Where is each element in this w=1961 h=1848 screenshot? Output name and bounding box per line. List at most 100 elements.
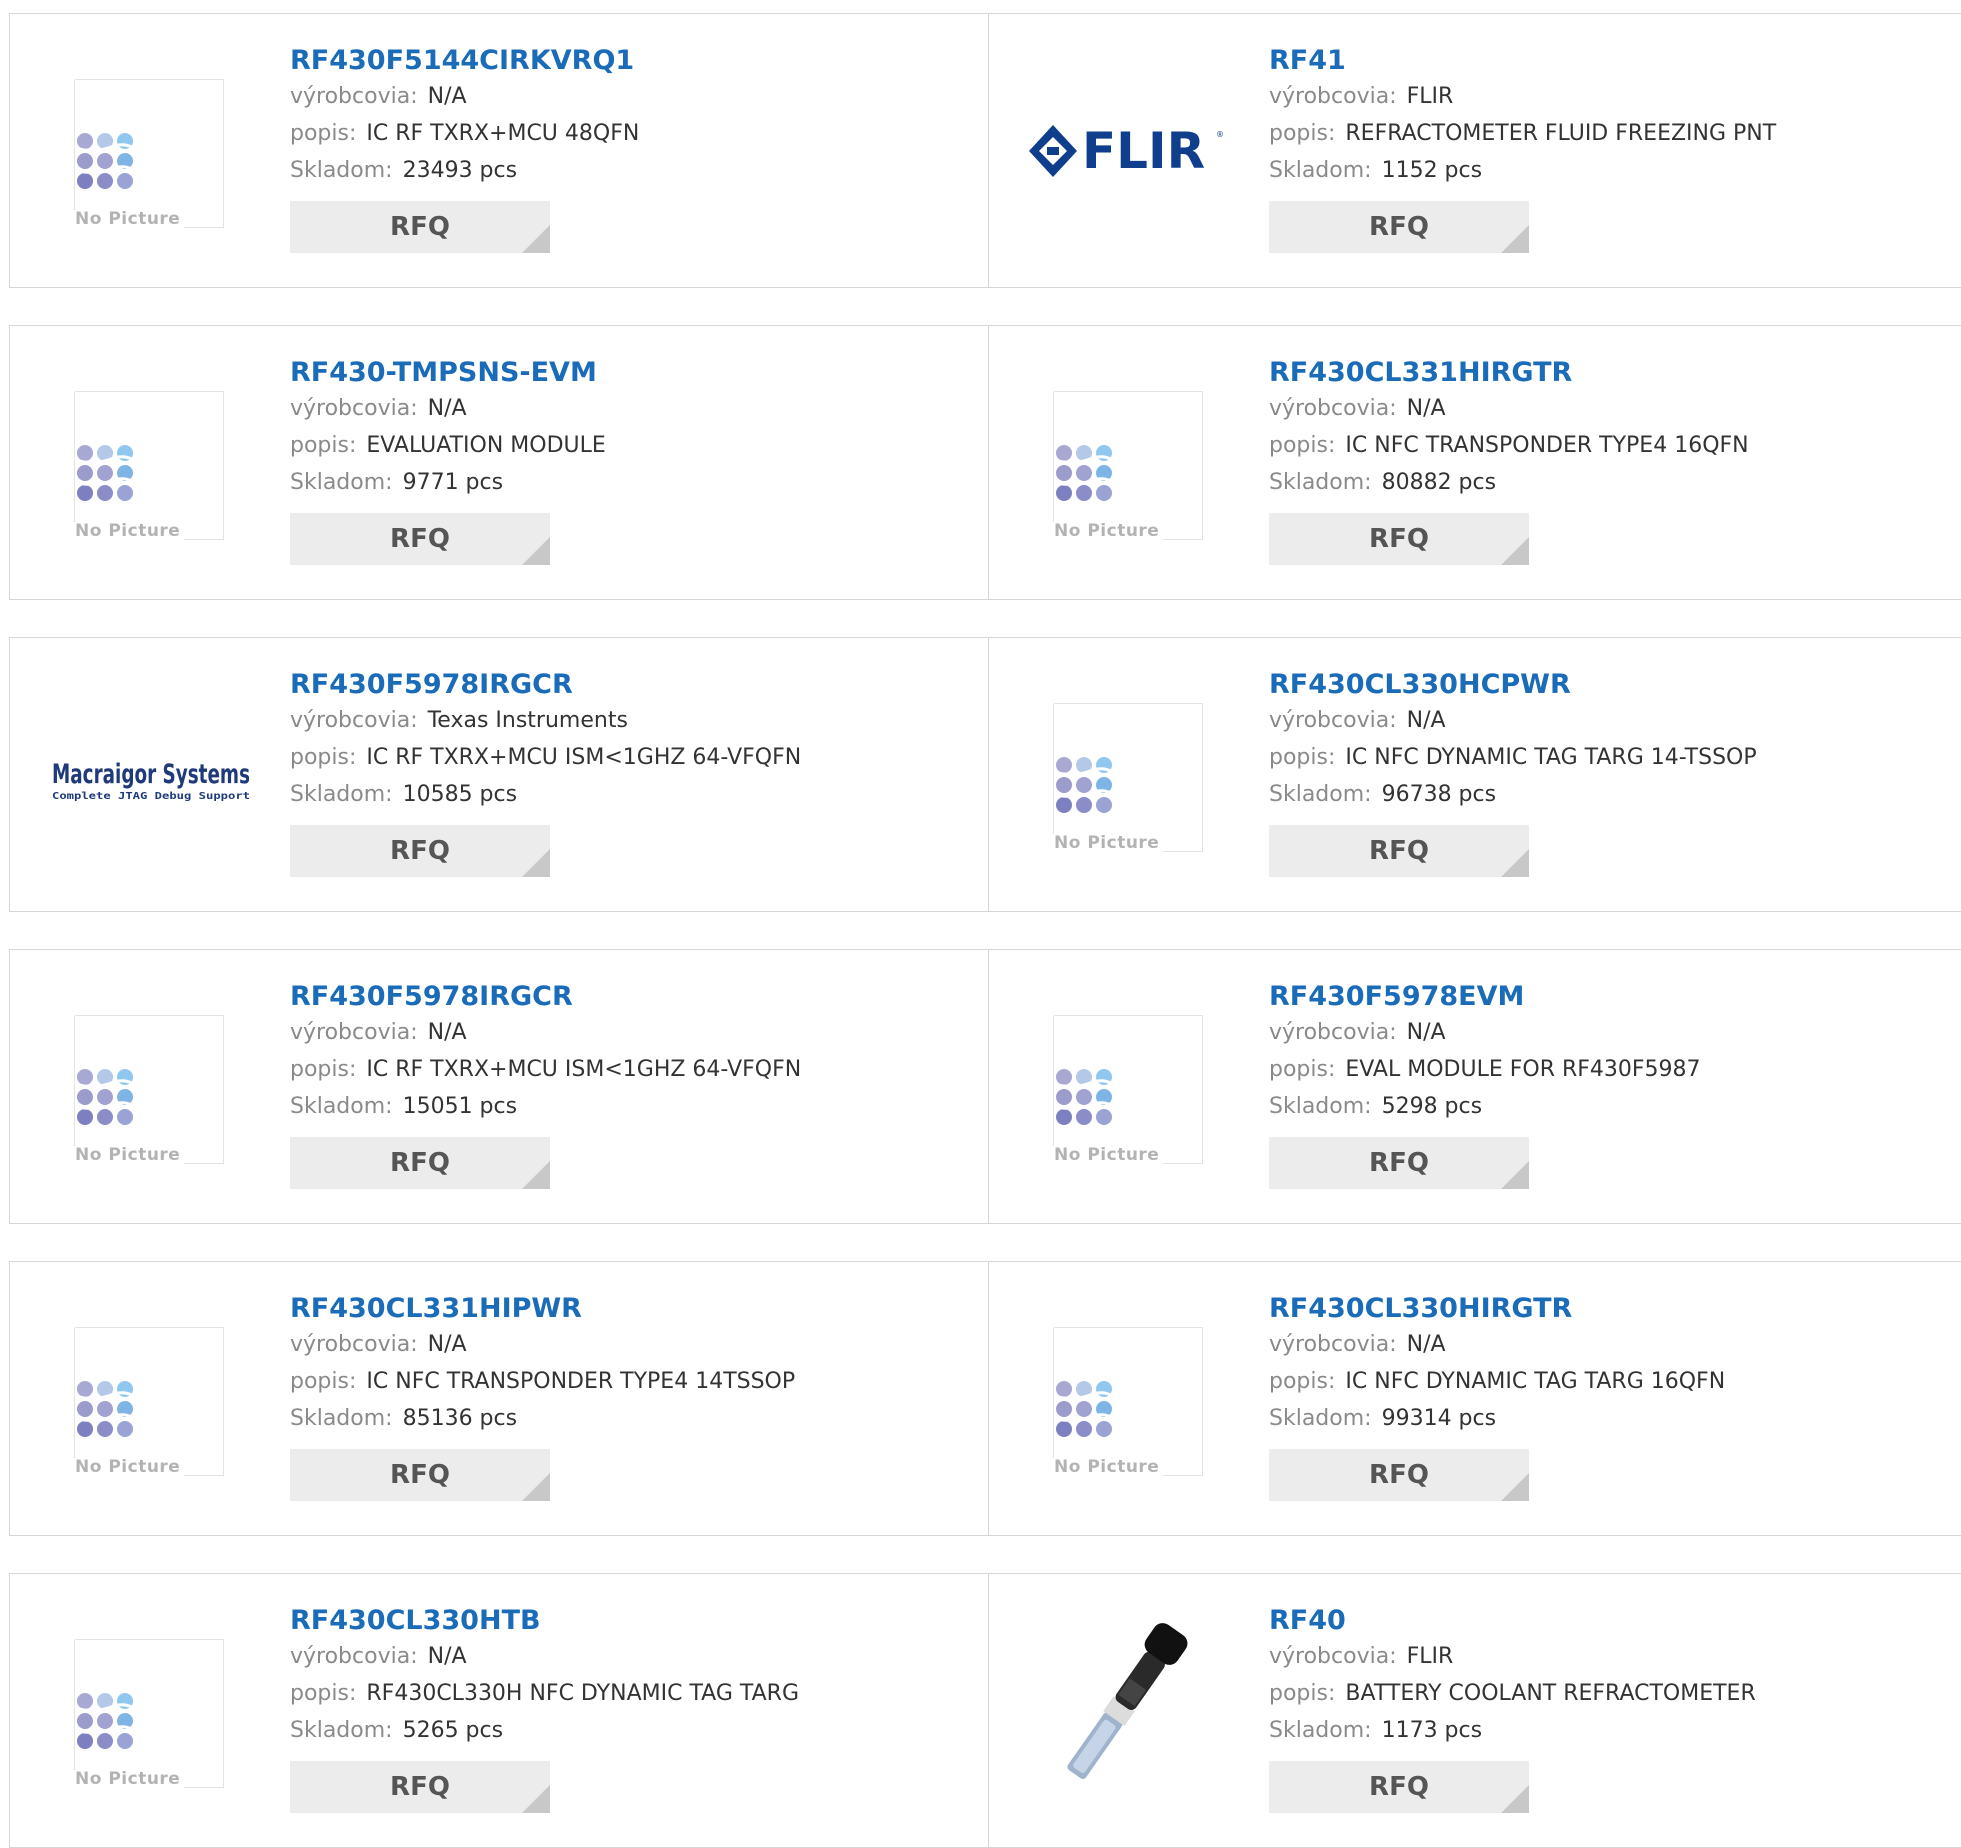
part-number-link[interactable]: RF430F5978IRGCR [290,668,801,702]
stock-label: Skladom: [1269,782,1372,807]
manufacturer-label: výrobcovia: [1269,1332,1397,1357]
part-number-link[interactable]: RF430CL331HIRGTR [1269,356,1749,390]
description-value: IC RF TXRX+MCU 48QFN [366,121,640,146]
description-row: popis: REFRACTOMETER FLUID FREEZING PNT [1269,115,1776,152]
product-info: RF41 výrobcovia: FLIR popis: REFRACTOMETER… [1269,44,1776,253]
stock-value: 80882 pcs [1381,470,1497,495]
manufacturer-label: výrobcovia: [290,1020,418,1045]
product-info: RF430CL330HCPWR výrobcovia: N/A popis: IC … [1269,668,1757,877]
manufacturer-row: výrobcovia: N/A [1269,390,1749,427]
description-row: popis: IC NFC TRANSPONDER TYPE4 14TSSOP [290,1363,795,1400]
part-number-link[interactable]: RF430CL331HIPWR [290,1292,795,1326]
description-label: popis: [1269,121,1336,146]
stock-row: Skladom: 5265 pcs [290,1712,799,1749]
stock-value: 23493 pcs [402,158,518,183]
description-row: popis: EVAL MODULE FOR RF430F5987 [1269,1051,1701,1088]
no-picture-label: No Picture [75,1144,185,1165]
product-row: Macraigor Systems Complete JTAG Debug Su… [9,637,1961,912]
stock-label: Skladom: [1269,1406,1372,1431]
stock-label: Skladom: [1269,158,1372,183]
part-number-link[interactable]: RF41 [1269,44,1776,78]
description-row: popis: IC RF TXRX+MCU ISM<1GHZ 64-VFQFN [290,739,801,776]
no-picture-label: No Picture [1054,1144,1164,1165]
product-row: No Picture RF430F5144CIRKVRQ1 výrobcovia… [9,13,1961,288]
no-picture-placeholder: No Picture [45,1007,245,1167]
rfq-button[interactable]: RFQ [290,1449,550,1501]
stock-label: Skladom: [1269,1094,1372,1119]
description-row: popis: IC NFC TRANSPONDER TYPE4 16QFN [1269,427,1749,464]
no-picture-label: No Picture [75,520,185,541]
part-number-link[interactable]: RF430CL330HIRGTR [1269,1292,1725,1326]
manufacturer-row: výrobcovia: Texas Instruments [290,702,801,739]
part-number-link[interactable]: RF430F5978EVM [1269,980,1701,1014]
manufacturer-row: výrobcovia: N/A [290,78,639,115]
part-number-link[interactable]: RF430F5978IRGCR [290,980,801,1014]
stock-row: Skladom: 96738 pcs [1269,776,1757,813]
manufacturer-row: výrobcovia: N/A [1269,702,1757,739]
part-number-link[interactable]: RF40 [1269,1604,1756,1638]
stock-value: 9771 pcs [402,470,504,495]
product-info: RF430CL331HIPWR výrobcovia: N/A popis: IC … [290,1292,795,1501]
manufacturer-label: výrobcovia: [1269,84,1397,109]
description-value: RF430CL330H NFC DYNAMIC TAG TARG [366,1681,799,1706]
product-card: No Picture RF430-TMPSNS-EVM výrobcovia: N… [10,326,988,599]
description-value: BATTERY COOLANT REFRACTOMETER [1345,1681,1756,1706]
manufacturer-label: výrobcovia: [1269,1644,1397,1669]
dots-logo-icon [1056,756,1118,813]
no-picture-label: No Picture [75,1768,185,1789]
rfq-button[interactable]: RFQ [1269,201,1529,253]
product-card: No Picture RF430CL331HIPWR výrobcovia: N/… [10,1262,988,1535]
product-card: RF40 výrobcovia: FLIR popis: BATTERY COOLA… [988,1574,1961,1847]
stock-value: 1173 pcs [1381,1718,1483,1743]
product-card: No Picture RF430F5144CIRKVRQ1 výrobcovia… [10,14,988,287]
description-label: popis: [1269,1681,1336,1706]
description-value: IC RF TXRX+MCU ISM<1GHZ 64-VFQFN [366,1057,802,1082]
product-info: RF430F5144CIRKVRQ1 výrobcovia: N/A popis:… [290,44,639,253]
part-number-link[interactable]: RF430-TMPSNS-EVM [290,356,606,390]
description-value: IC NFC TRANSPONDER TYPE4 16QFN [1345,433,1749,458]
manufacturer-row: výrobcovia: N/A [1269,1326,1725,1363]
no-picture-placeholder: No Picture [1024,383,1224,543]
rfq-button[interactable]: RFQ [1269,1761,1529,1813]
rfq-button[interactable]: RFQ [1269,513,1529,565]
part-number-link[interactable]: RF430CL330HTB [290,1604,799,1638]
stock-row: Skladom: 5298 pcs [1269,1088,1701,1125]
product-card: No Picture RF430F5978EVM výrobcovia: N/A … [988,950,1961,1223]
no-picture-placeholder: No Picture [1024,1319,1224,1479]
no-picture-label: No Picture [1054,520,1164,541]
description-label: popis: [290,1369,357,1394]
manufacturer-value: N/A [1406,708,1446,733]
rfq-button[interactable]: RFQ [290,1137,550,1189]
product-info: RF430CL330HIRGTR výrobcovia: N/A popis: IC… [1269,1292,1725,1501]
macraigor-logo-subtitle: Complete JTAG Debug Support [52,791,250,802]
flir-logo: FLIR ® [1024,71,1224,231]
part-number-link[interactable]: RF430F5144CIRKVRQ1 [290,44,639,78]
manufacturer-value: N/A [427,84,467,109]
manufacturer-value: N/A [1406,1020,1446,1045]
rfq-button[interactable]: RFQ [1269,825,1529,877]
manufacturer-value: FLIR [1406,84,1454,109]
product-info: RF430F5978IRGCR výrobcovia: Texas Instrum… [290,668,801,877]
part-number-link[interactable]: RF430CL330HCPWR [1269,668,1757,702]
manufacturer-label: výrobcovia: [1269,396,1397,421]
stock-value: 15051 pcs [402,1094,518,1119]
rfq-button[interactable]: RFQ [290,1761,550,1813]
manufacturer-row: výrobcovia: N/A [1269,1014,1701,1051]
stock-row: Skladom: 85136 pcs [290,1400,795,1437]
manufacturer-row: výrobcovia: N/A [290,1638,799,1675]
product-card: No Picture RF430CL331HIRGTR výrobcovia: N… [988,326,1961,599]
manufacturer-value: N/A [427,396,467,421]
rfq-button[interactable]: RFQ [1269,1449,1529,1501]
product-info: RF430CL330HTB výrobcovia: N/A popis: RF430… [290,1604,799,1813]
manufacturer-value: FLIR [1406,1644,1454,1669]
rfq-button[interactable]: RFQ [290,513,550,565]
description-label: popis: [290,433,357,458]
stock-label: Skladom: [290,1718,393,1743]
description-label: popis: [290,1681,357,1706]
rfq-button[interactable]: RFQ [290,201,550,253]
rfq-button[interactable]: RFQ [1269,1137,1529,1189]
stock-row: Skladom: 99314 pcs [1269,1400,1725,1437]
product-grid: No Picture RF430F5144CIRKVRQ1 výrobcovia… [0,0,1961,1848]
product-card: No Picture RF430F5978IRGCR výrobcovia: N/… [10,950,988,1223]
rfq-button[interactable]: RFQ [290,825,550,877]
